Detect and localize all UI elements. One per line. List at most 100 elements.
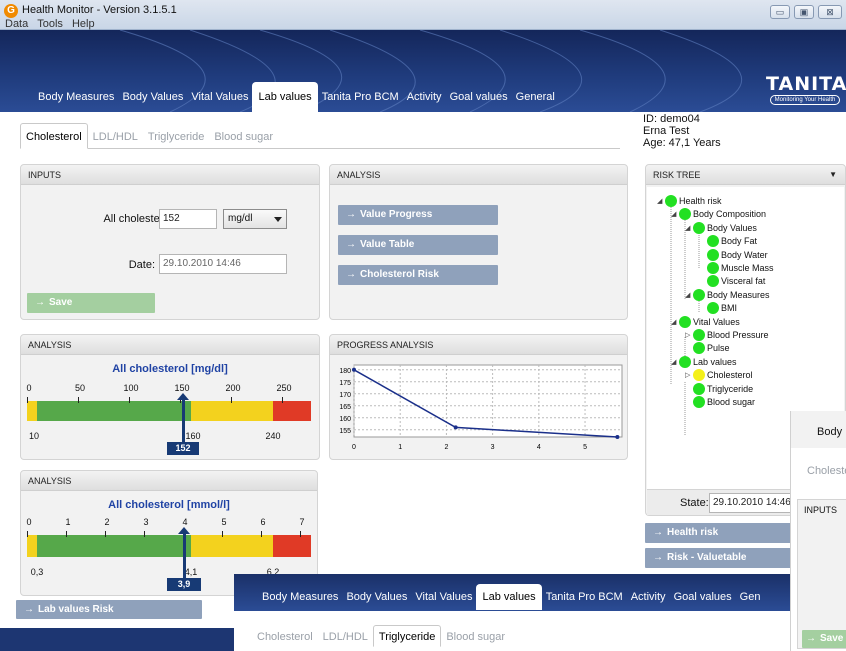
- x-tick-label: 5: [583, 444, 587, 451]
- date-input[interactable]: 29.10.2010 14:46: [159, 254, 287, 274]
- cholesterol-risk-button[interactable]: → Cholesterol Risk: [338, 265, 498, 285]
- tree-item-label: Health risk: [679, 196, 722, 206]
- subtab-ldl-hdl[interactable]: LDL/HDL: [88, 124, 143, 150]
- collapse-icon[interactable]: ◢: [657, 195, 662, 208]
- unit-select-value: mg/dl: [228, 213, 253, 224]
- lab-values-risk-button[interactable]: → Lab values Risk: [16, 600, 202, 619]
- overlay-right-subtab[interactable]: Cholester: [807, 465, 846, 477]
- tree-item[interactable]: ◢ Health risk: [647, 195, 842, 208]
- maximize-icon[interactable]: ▣: [794, 5, 814, 19]
- cholesterol-input[interactable]: 152: [159, 209, 217, 229]
- unit-select[interactable]: mg/dl: [223, 209, 287, 229]
- expand-icon[interactable]: ▷: [685, 329, 690, 342]
- tick-mark: [129, 397, 130, 403]
- collapse-icon[interactable]: ◢: [685, 289, 690, 302]
- zone-normal: [37, 535, 191, 557]
- tab-body-values[interactable]: Body Values: [118, 82, 187, 112]
- tab-goal-values[interactable]: Goal values: [446, 82, 512, 112]
- arrow-right-icon: →: [24, 604, 34, 615]
- overlay-right-tab[interactable]: Body M: [817, 426, 846, 438]
- subtab-cholesterol[interactable]: Cholesterol: [20, 123, 88, 149]
- risk-valuetable-label: Risk - Valuetable: [667, 552, 747, 563]
- zone-elevated: [191, 401, 273, 421]
- tree-item[interactable]: ◢ Body Composition: [647, 208, 842, 221]
- menu-tools[interactable]: Tools: [37, 18, 63, 30]
- overlay-tab[interactable]: Gen: [736, 584, 765, 610]
- overlay-window-right: Body M Cholester INPUTS → Save: [790, 411, 846, 651]
- tree-item[interactable]: ◢ Lab values: [647, 355, 842, 369]
- menu-data[interactable]: Data: [5, 18, 28, 30]
- tab-lab-values[interactable]: Lab values: [252, 82, 318, 112]
- health-risk-button[interactable]: → Health risk: [645, 523, 793, 543]
- status-dot-icon: [665, 195, 677, 207]
- close-icon[interactable]: ⊠: [818, 5, 842, 19]
- status-dot-icon: [707, 248, 719, 261]
- status-dot-icon: [693, 221, 705, 234]
- arrow-right-icon: →: [806, 633, 816, 644]
- tick-label: 0: [26, 383, 32, 393]
- tree-item[interactable]: Triglyceride: [647, 382, 842, 396]
- dropdown-arrow-icon[interactable]: ▼: [829, 165, 837, 185]
- tick-label: 7: [299, 517, 305, 527]
- status-dot-icon: [693, 342, 705, 355]
- minimize-icon[interactable]: ▭: [770, 5, 790, 19]
- tree-item[interactable]: ◢ Vital Values: [647, 315, 842, 329]
- zone-low: [27, 401, 37, 421]
- collapse-icon[interactable]: ◢: [671, 208, 676, 221]
- menu-help[interactable]: Help: [72, 18, 95, 30]
- collapse-icon[interactable]: ◢: [671, 316, 676, 329]
- tree-item[interactable]: Body Fat: [647, 235, 842, 248]
- overlay-tab[interactable]: Body Measures: [258, 584, 342, 610]
- tree-item[interactable]: ◢ Body Measures: [647, 288, 842, 302]
- title-bar: G Health Monitor - Version 3.1.5.1 Data T…: [0, 0, 846, 30]
- tree-item[interactable]: Blood sugar: [647, 396, 842, 409]
- save-button[interactable]: → Save: [27, 293, 155, 313]
- analysis-actions-panel: ANALYSIS → Value Progress → Value Table → C…: [329, 164, 628, 320]
- expand-icon[interactable]: ▷: [685, 369, 690, 382]
- overlay-subtab[interactable]: Cholesterol: [252, 626, 318, 648]
- overlay-tab[interactable]: Activity: [627, 584, 670, 610]
- overlay-subtab-active[interactable]: Triglyceride: [372, 625, 442, 647]
- overlay-save-button[interactable]: → Save: [802, 630, 846, 648]
- tanita-logo: TANITA Monitoring Your Health: [766, 74, 846, 112]
- overlay-tab[interactable]: Goal values: [670, 584, 736, 610]
- tree-item[interactable]: Visceral fat: [647, 275, 842, 288]
- overlay-subtab[interactable]: Blood sugar: [441, 626, 510, 648]
- tree-item[interactable]: BMI: [647, 302, 842, 315]
- tree-item-label: BMI: [721, 303, 738, 314]
- value-table-button[interactable]: → Value Table: [338, 235, 498, 255]
- data-point: [615, 435, 620, 439]
- tab-tanita-pro-bcm[interactable]: Tanita Pro BCM: [318, 82, 403, 112]
- subtab-triglyceride[interactable]: Triglyceride: [143, 124, 209, 150]
- tree-item[interactable]: ◢ Body Values: [647, 221, 842, 235]
- overlay-tab-active[interactable]: Lab values: [476, 584, 542, 610]
- arrow-right-icon: →: [35, 297, 45, 308]
- tree-item[interactable]: ▷ Cholesterol: [647, 369, 842, 382]
- status-dot-icon: [679, 208, 691, 221]
- zone-normal: [37, 401, 191, 421]
- status-dot-icon: [707, 302, 719, 315]
- tab-body-measures[interactable]: Body Measures: [34, 82, 118, 112]
- collapse-icon[interactable]: ◢: [685, 222, 690, 235]
- tab-activity[interactable]: Activity: [403, 82, 446, 112]
- risk-valuetable-button[interactable]: → Risk - Valuetable: [645, 548, 793, 568]
- tree-item[interactable]: Pulse: [647, 342, 842, 355]
- overlay-tab[interactable]: Vital Values: [411, 584, 476, 610]
- footer-band: [0, 628, 235, 651]
- subtab-blood-sugar[interactable]: Blood sugar: [209, 124, 278, 150]
- state-date-input[interactable]: 29.10.2010 14:46: [709, 493, 795, 513]
- plot-area: [353, 364, 623, 438]
- value-progress-button[interactable]: → Value Progress: [338, 205, 498, 225]
- tree-item[interactable]: Muscle Mass: [647, 262, 842, 275]
- overlay-tab[interactable]: Body Values: [342, 584, 411, 610]
- tick-mark: [105, 531, 106, 537]
- overlay-right-inputs-panel: INPUTS → Save: [797, 499, 846, 649]
- tab-general[interactable]: General: [512, 82, 559, 112]
- overlay-tab[interactable]: Tanita Pro BCM: [542, 584, 627, 610]
- tab-vital-values[interactable]: Vital Values: [187, 82, 252, 112]
- tree-item[interactable]: ▷ Blood Pressure: [647, 329, 842, 342]
- tree-item[interactable]: Body Water: [647, 248, 842, 262]
- overlay-subtab[interactable]: LDL/HDL: [318, 626, 373, 648]
- overlay-nav: Body Measures Body Values Vital Values Lab …: [258, 584, 764, 610]
- collapse-icon[interactable]: ◢: [671, 356, 676, 369]
